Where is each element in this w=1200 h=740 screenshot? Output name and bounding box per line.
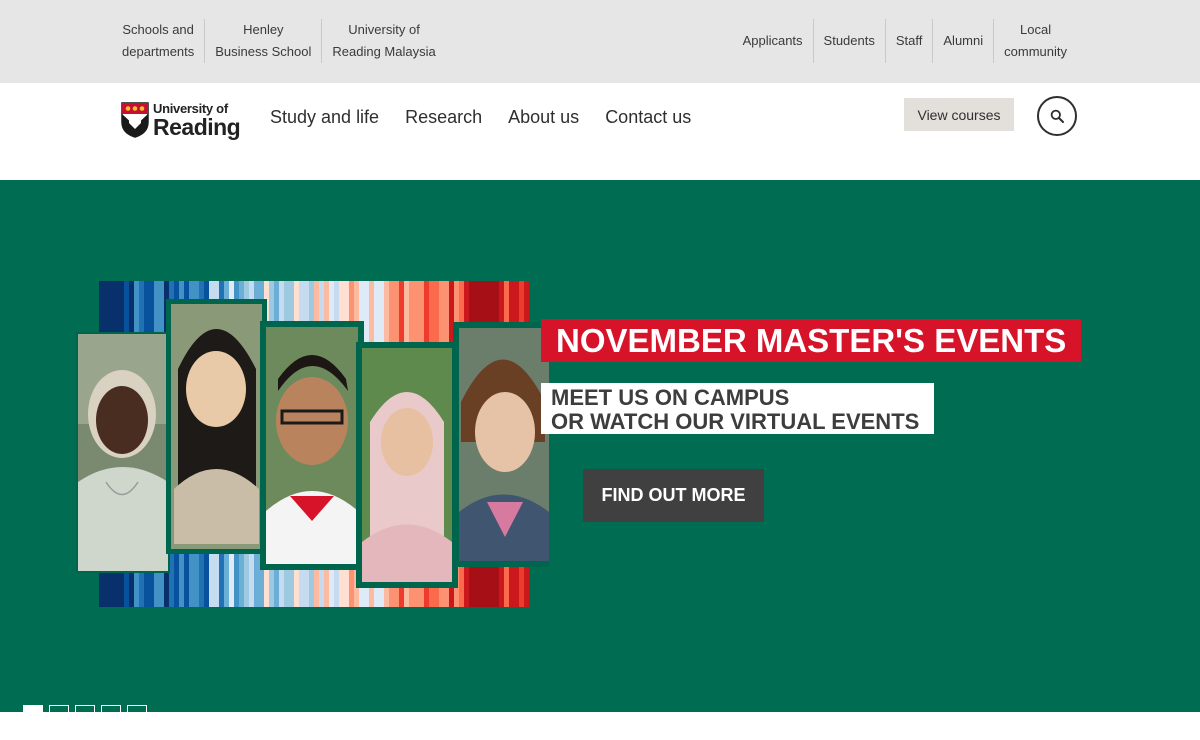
nav-contact-us[interactable]: Contact us bbox=[605, 107, 691, 128]
utility-link-applicants[interactable]: Applicants bbox=[733, 19, 814, 63]
portrait-photo-3 bbox=[260, 321, 364, 570]
utility-link-local-community[interactable]: Local community bbox=[994, 19, 1077, 63]
carousel-dot-1[interactable] bbox=[23, 705, 43, 725]
carousel-dot-5[interactable] bbox=[127, 705, 147, 725]
logo-line-1: University of bbox=[153, 100, 228, 116]
hero-subheading-line-2: OR WATCH OUR VIRTUAL EVENTS bbox=[551, 409, 920, 434]
nav-study-and-life[interactable]: Study and life bbox=[270, 107, 379, 128]
carousel-dot-4[interactable] bbox=[101, 705, 121, 725]
search-button[interactable] bbox=[1037, 96, 1077, 136]
utility-link-schools[interactable]: Schools and departments bbox=[112, 19, 206, 63]
university-logo[interactable]: University of Reading bbox=[121, 100, 241, 140]
portrait-photo-4 bbox=[356, 342, 458, 588]
view-courses-button[interactable]: View courses bbox=[904, 98, 1014, 131]
utility-link-label: Alumni bbox=[943, 33, 984, 48]
hero-subheading: MEET US ON CAMPUS OR WATCH OUR VIRTUAL E… bbox=[541, 383, 934, 434]
carousel-indicators bbox=[23, 705, 153, 725]
utility-bar: Schools and departments Henley Business … bbox=[0, 0, 1200, 83]
hero-subheading-line-1: MEET US ON CAMPUS bbox=[551, 385, 790, 410]
hero-headline: NOVEMBER MASTER'S EVENTS bbox=[541, 319, 1082, 362]
logo-line-2: Reading bbox=[153, 113, 241, 140]
utility-right-links: Applicants Students Staff Alumni Local c… bbox=[733, 19, 1077, 63]
utility-link-label: Reading Malaysia bbox=[332, 44, 436, 59]
utility-link-label: Applicants bbox=[742, 33, 803, 48]
utility-link-label: community bbox=[1004, 44, 1067, 59]
portrait-photo-2 bbox=[166, 299, 267, 554]
search-icon bbox=[1050, 109, 1064, 123]
utility-link-label: Business School bbox=[215, 44, 312, 59]
utility-left-links: Schools and departments Henley Business … bbox=[112, 19, 446, 63]
portrait-photo-5 bbox=[453, 322, 549, 567]
carousel-dot-2[interactable] bbox=[49, 705, 69, 725]
crest-icon bbox=[121, 102, 149, 138]
utility-link-alumni[interactable]: Alumni bbox=[933, 19, 995, 63]
utility-link-students[interactable]: Students bbox=[814, 19, 886, 63]
primary-nav-links: Study and life Research About us Contact… bbox=[270, 107, 717, 128]
utility-link-label: Staff bbox=[895, 33, 923, 48]
utility-link-label: Schools and bbox=[122, 22, 194, 37]
carousel-dot-3[interactable] bbox=[75, 705, 95, 725]
page-content-start bbox=[0, 712, 1200, 740]
utility-link-henley[interactable]: Henley Business School bbox=[205, 19, 323, 63]
nav-research[interactable]: Research bbox=[405, 107, 482, 128]
utility-link-malaysia[interactable]: University of Reading Malaysia bbox=[322, 19, 445, 63]
utility-link-label: University of bbox=[348, 22, 420, 37]
portrait-photo-1 bbox=[76, 332, 170, 573]
logo-wordmark: University of Reading bbox=[153, 100, 241, 140]
utility-link-staff[interactable]: Staff bbox=[886, 19, 934, 63]
nav-about-us[interactable]: About us bbox=[508, 107, 579, 128]
utility-link-label: departments bbox=[122, 44, 195, 59]
main-navigation: University of Reading Study and life Res… bbox=[0, 83, 1200, 180]
utility-link-label: Henley bbox=[243, 22, 284, 37]
find-out-more-button[interactable]: FIND OUT MORE bbox=[583, 469, 764, 522]
hero-banner: NOVEMBER MASTER'S EVENTS MEET US ON CAMP… bbox=[0, 180, 1200, 712]
utility-link-label: Local bbox=[1020, 22, 1052, 37]
utility-link-label: Students bbox=[823, 33, 875, 48]
